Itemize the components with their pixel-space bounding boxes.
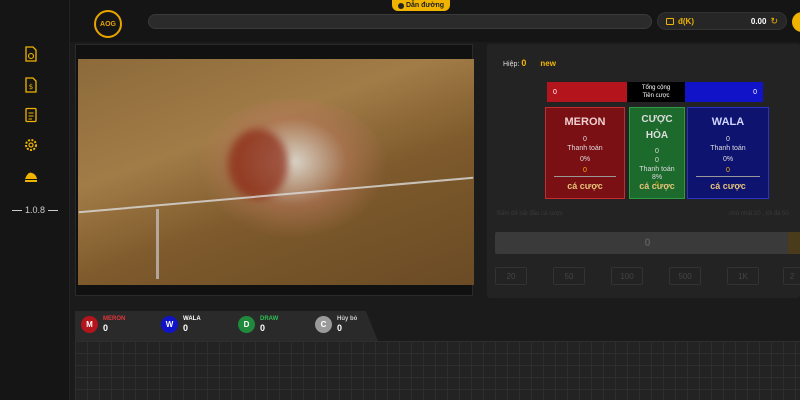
wala-total: 0 [685, 82, 763, 102]
rooster-red [228, 129, 288, 199]
draw-value2: 0 [655, 157, 659, 164]
results-road-board [75, 341, 800, 400]
report-icon[interactable] [22, 106, 40, 124]
result-draw-name: DRAW [260, 316, 279, 322]
total-label-line1: Tổng cộng [641, 85, 671, 91]
report-icon-svg [25, 107, 37, 123]
amount-bar-edge [788, 232, 800, 254]
arena-post [156, 209, 159, 279]
meron-payout-label: Thanh toán [567, 145, 603, 152]
result-meron-count: 0 [103, 323, 109, 333]
chip-button[interactable]: 1K [727, 267, 759, 285]
app-logo[interactable]: AOG [94, 10, 122, 38]
result-wala: W WALA 0 [161, 316, 201, 333]
result-meron: M MERON 0 [81, 316, 125, 333]
wala-payout: 0 [726, 167, 730, 174]
round-info: Hiệp: 0 new [503, 58, 556, 68]
rooster-logo-icon[interactable] [22, 167, 40, 185]
chip-button[interactable]: 2 [783, 267, 800, 285]
bet-limit: nhỏ nhất:20 , tối đa:50 [729, 211, 789, 217]
meron-divider [553, 176, 617, 177]
chip-button[interactable]: 20 [495, 267, 527, 285]
draw-payout: 0 [655, 182, 659, 188]
meron-name: MERON [564, 116, 606, 128]
gear-icon[interactable] [22, 136, 40, 154]
draw-percent: 8% [651, 174, 663, 181]
top-bar: AOG Dẫn đường đ(K) 0.00 ↻ [70, 0, 800, 42]
wala-bet-card[interactable]: WALA 0 Thanh toán 0% 0 cá cược [687, 107, 769, 199]
wala-payout-label: Thanh toán [710, 145, 746, 152]
sidebar: $ 1.0.8 [0, 0, 70, 400]
guide-button[interactable]: Dẫn đường [392, 0, 450, 11]
live-video[interactable] [78, 59, 474, 285]
gear-icon-svg [25, 139, 37, 151]
meron-amount: 0 [583, 136, 587, 143]
result-cancel-name: Hủy bỏ [337, 316, 358, 322]
draw-amount: 0 [655, 148, 659, 155]
wallet-amount: 0.00 [750, 16, 767, 26]
betting-panel: Hiệp: 0 new 0 Tổng cộng Tiền cược 0 MERON … [487, 44, 800, 298]
chip-button[interactable]: 500 [669, 267, 701, 285]
meron-bet-card[interactable]: MERON 0 Thanh toán 0% 0 cá cược [545, 107, 625, 199]
result-wala-badge: W [161, 316, 178, 333]
result-cancel-badge: C [315, 316, 332, 333]
total-bets-label: Tổng cộng Tiền cược [627, 82, 685, 102]
round-number: 0 [521, 58, 527, 68]
rooster-logo-icon-svg [25, 172, 37, 182]
draw-name: CƯỢC HÒA [641, 114, 673, 141]
chip-button[interactable]: 100 [611, 267, 643, 285]
guide-icon [397, 2, 404, 9]
avatar[interactable] [792, 12, 800, 32]
results-summary: M MERON 0 W WALA 0 D DRAW 0 C Hủy bỏ 0 [75, 311, 378, 341]
bet-hint: Bấm để bắt đầu cá cược [497, 211, 563, 217]
chip-button[interactable]: 50 [553, 267, 585, 285]
guide-label: Dẫn đường [405, 2, 445, 9]
live-stream-frame [75, 44, 474, 296]
money-document-icon[interactable]: $ [22, 76, 40, 94]
result-draw-count: 0 [260, 323, 266, 333]
wala-percent: 0% [722, 156, 734, 163]
result-cancel-count: 0 [337, 323, 343, 333]
draw-bet-card[interactable]: CƯỢC HÒA 0 0 Thanh toán 8% cá cược 0 [629, 107, 685, 199]
total-label-line2: Tiền cược [642, 93, 670, 99]
meron-percent: 0% [579, 156, 591, 163]
result-wala-name: WALA [183, 316, 201, 322]
result-cancel: C Hủy bỏ 0 [315, 316, 357, 333]
rooster-white [198, 99, 388, 239]
wallet-currency: đ(K) [678, 16, 694, 26]
result-draw: D DRAW 0 [238, 316, 278, 333]
bet-amount-input[interactable]: 0 [495, 232, 800, 254]
round-status: new [540, 59, 556, 68]
meron-total: 0 [547, 82, 627, 102]
wala-bet-button[interactable]: cá cược [710, 181, 745, 191]
wala-name: WALA [711, 116, 745, 128]
draw-payout-label: Thanh toán [639, 166, 675, 173]
total-bets-bar: 0 Tổng cộng Tiền cược 0 [547, 82, 763, 102]
meron-bet-button[interactable]: cá cược [567, 181, 602, 191]
version-text: 1.0.8 [24, 205, 46, 215]
refresh-icon[interactable]: ↻ [770, 16, 778, 27]
version-label: 1.0.8 [6, 205, 64, 215]
wala-divider [696, 176, 760, 177]
meron-payout: 0 [583, 167, 587, 174]
history-document-icon-svg [25, 46, 37, 62]
money-document-icon-svg: $ [25, 77, 37, 93]
history-document-icon[interactable] [22, 45, 40, 63]
result-meron-badge: M [81, 316, 98, 333]
result-meron-name: MERON [103, 316, 126, 322]
wallet-balance[interactable]: đ(K) 0.00 ↻ [657, 12, 787, 30]
round-label: Hiệp: [503, 61, 520, 68]
top-info-bar [148, 14, 652, 29]
result-draw-badge: D [238, 316, 255, 333]
wala-amount: 0 [726, 136, 730, 143]
result-wala-count: 0 [183, 323, 189, 333]
bet-amount-value: 0 [644, 237, 651, 249]
svg-text:$: $ [29, 83, 33, 91]
wallet-icon [666, 17, 674, 25]
